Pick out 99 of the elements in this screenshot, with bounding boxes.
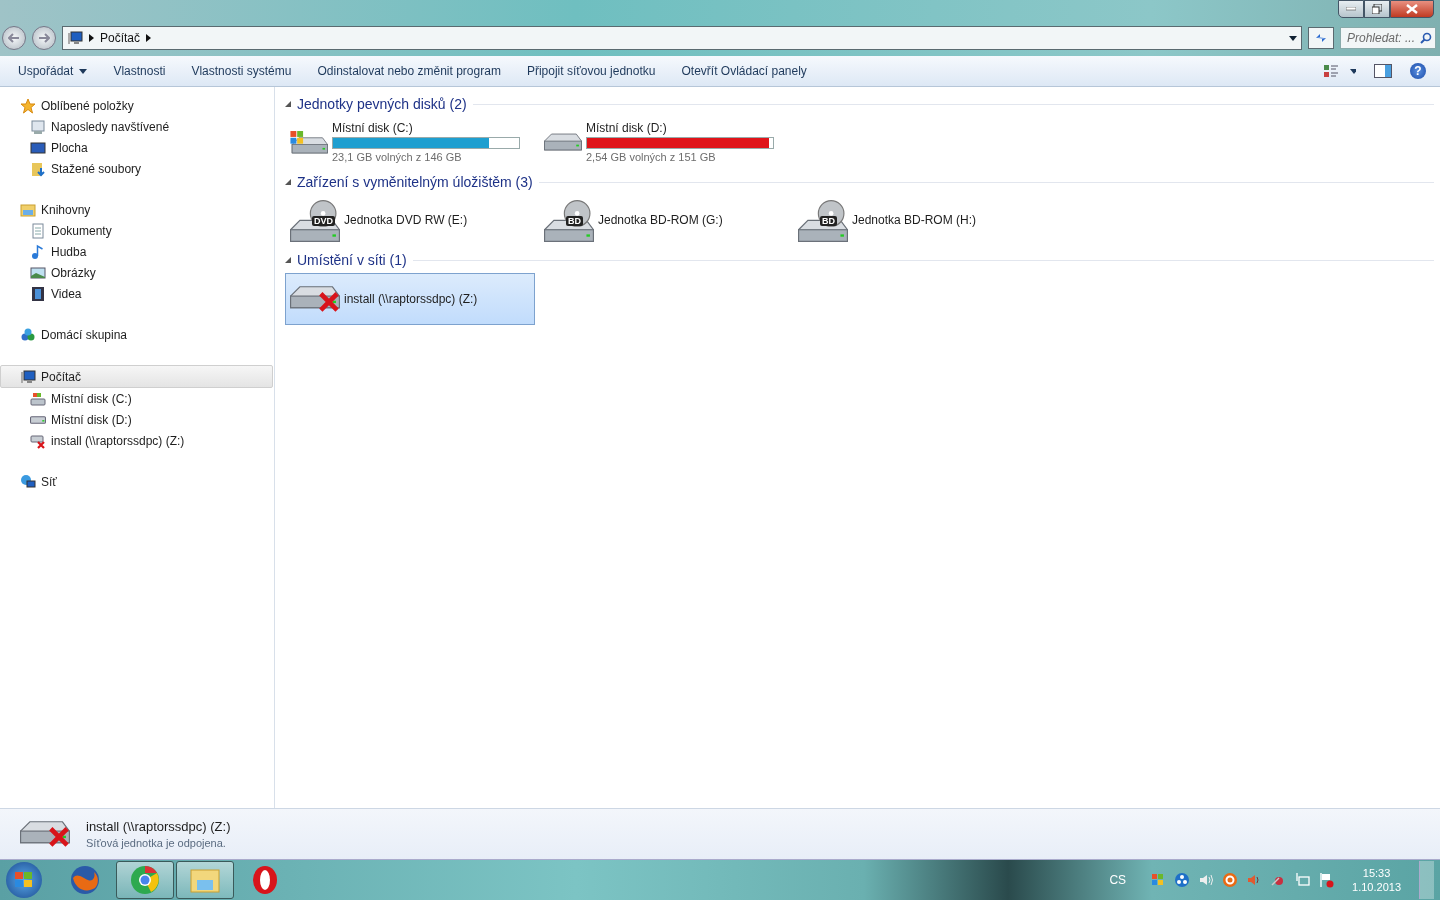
search-icon[interactable] — [1420, 32, 1432, 44]
details-title: install (\\raptorssdpc) (Z:) — [86, 819, 231, 834]
search-field[interactable]: Prohledat: ... — [1340, 27, 1436, 49]
chevron-icon[interactable] — [89, 34, 94, 42]
homegroup-icon — [20, 326, 36, 343]
windows-logo-icon[interactable] — [14, 871, 34, 889]
group-heading[interactable]: Jednotky pevných disků (2) — [297, 96, 467, 112]
sidebar-item[interactable]: Videa — [0, 283, 273, 304]
collapse-arrow-icon[interactable] — [285, 101, 291, 107]
close-icon[interactable] — [1406, 4, 1418, 14]
command-button[interactable]: Připojit síťovou jednotku — [516, 60, 666, 82]
downloads-folder-icon — [30, 160, 46, 177]
collapse-arrow-icon[interactable] — [285, 257, 291, 263]
ring-icon[interactable] — [1222, 872, 1239, 888]
desktop-icon — [30, 139, 46, 156]
restore-button[interactable] — [1364, 0, 1390, 18]
collapse-arrow-icon[interactable] — [285, 179, 291, 185]
flag-error-icon[interactable] — [1318, 872, 1335, 888]
sidebar-item[interactable]: Síť — [0, 471, 273, 492]
chrome-icon — [129, 864, 161, 896]
preview-pane-icon[interactable] — [1374, 64, 1392, 78]
sidebar-item[interactable]: Dokumenty — [0, 220, 273, 241]
optical-drive-icon — [798, 200, 848, 242]
close-button[interactable] — [1390, 0, 1434, 18]
caret-icon — [79, 68, 88, 74]
star-icon — [20, 97, 36, 114]
hard-drive-icon — [544, 131, 582, 153]
help-button[interactable]: ? — [1410, 63, 1426, 79]
drive-label: install (\\raptorssdpc) (Z:) — [344, 292, 478, 306]
document-icon — [30, 222, 46, 239]
forward-arrow-icon[interactable] — [38, 33, 50, 43]
system-drive-icon — [30, 390, 46, 407]
sidebar-item[interactable]: Hudba — [0, 241, 273, 262]
disc-type-label: DVD — [312, 216, 335, 226]
command-button[interactable]: Vlastnosti systému — [181, 60, 302, 82]
disconnected-drive-icon — [30, 432, 46, 449]
network-icon — [20, 473, 36, 490]
sidebar-item[interactable]: install (\\raptorssdpc) (Z:) — [0, 430, 273, 451]
fox-globe-icon — [69, 864, 101, 896]
disconnected-drive-icon — [290, 286, 340, 312]
film-icon — [30, 285, 46, 302]
recent-places-icon — [30, 118, 46, 135]
computer-icon — [67, 30, 83, 46]
forward-button[interactable] — [32, 26, 56, 50]
group-heading[interactable]: Zařízení s vyměnitelným úložištěm (3) — [297, 174, 533, 190]
address-bar[interactable]: Počítač — [62, 26, 1302, 50]
library-icon — [20, 201, 36, 218]
refresh-button[interactable] — [1308, 27, 1334, 49]
drive-label: Jednotka BD-ROM (G:) — [598, 213, 723, 227]
taskbar-button[interactable] — [176, 861, 234, 899]
sidebar-item[interactable]: Plocha — [0, 137, 273, 158]
drive-tile[interactable]: Místní disk (C:) 23,1 GB volných z 146 GB — [285, 117, 525, 167]
command-button[interactable]: Otevřít Ovládací panely — [671, 60, 817, 82]
drive-label: Jednotka DVD RW (E:) — [344, 213, 468, 227]
sidebar-item[interactable]: Domácí skupina — [0, 324, 273, 345]
sidebar-item[interactable]: Oblíbené položky — [0, 95, 273, 116]
drive-tile[interactable]: DVD Jednotka DVD RW (E:) — [285, 195, 525, 245]
drive-label: Jednotka BD-ROM (H:) — [852, 213, 977, 227]
music-note-icon — [30, 243, 46, 260]
optical-drive-icon — [290, 200, 340, 242]
start-button[interactable] — [6, 862, 42, 898]
hard-drive-icon — [30, 415, 46, 424]
sidebar-item[interactable]: Obrázky — [0, 262, 273, 283]
drive-tile[interactable]: BD Jednotka BD-ROM (G:) — [539, 195, 779, 245]
dropdown-caret-icon[interactable] — [1289, 35, 1297, 41]
breadcrumb[interactable]: Počítač — [100, 31, 141, 45]
computer-icon — [20, 368, 36, 385]
drive-label: Místní disk (D:) — [586, 121, 668, 135]
sidebar-item[interactable]: Místní disk (D:) — [0, 409, 273, 430]
drive-label: Místní disk (C:) — [332, 121, 414, 135]
minimize-button[interactable] — [1338, 0, 1364, 18]
refresh-icon[interactable] — [1314, 32, 1328, 44]
command-button[interactable]: Odinstalovat nebo změnit program — [307, 60, 511, 82]
chevron-icon[interactable] — [146, 34, 152, 42]
back-arrow-icon[interactable] — [8, 33, 20, 43]
sidebar-item[interactable]: Počítač — [0, 365, 273, 388]
drive-tile[interactable]: install (\\raptorssdpc) (Z:) — [285, 273, 535, 325]
sidebar-item[interactable]: Stažené soubory — [0, 158, 273, 179]
free-space-text: 23,1 GB volných z 146 GB — [332, 151, 463, 163]
free-space-text: 2,54 GB volných z 151 GB — [586, 151, 717, 163]
drive-tile[interactable]: Místní disk (D:) 2,54 GB volných z 151 GB — [539, 117, 779, 167]
disconnected-drive-icon — [20, 821, 70, 847]
taskbar-button[interactable] — [116, 861, 174, 899]
sidebar-item[interactable]: Naposledy navštívené — [0, 116, 273, 137]
disc-type-label: BD — [566, 216, 583, 226]
command-button[interactable]: Vlastnosti — [103, 60, 176, 82]
disc-type-label: BD — [820, 216, 837, 226]
group-heading[interactable]: Umístění v síti (1) — [297, 252, 407, 268]
dots-circle-icon[interactable] — [1174, 872, 1191, 888]
drive-tile[interactable]: BD Jednotka BD-ROM (H:) — [793, 195, 1033, 245]
back-button[interactable] — [2, 26, 26, 50]
sidebar-item[interactable]: Místní disk (C:) — [0, 388, 273, 409]
restore-icon[interactable] — [1372, 4, 1382, 14]
picture-icon — [30, 264, 46, 281]
view-options-icon[interactable] — [1324, 64, 1356, 78]
details-status: Síťová jednotka je odpojena. — [86, 837, 227, 849]
command-button[interactable]: Uspořádat — [8, 60, 98, 82]
sidebar-item[interactable]: Knihovny — [0, 199, 273, 220]
optical-drive-icon — [544, 200, 594, 242]
